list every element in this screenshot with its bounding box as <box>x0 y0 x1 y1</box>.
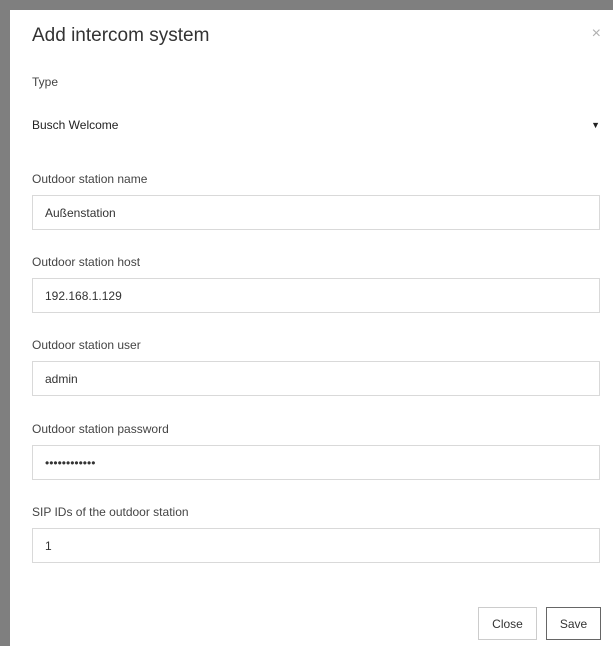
type-select-value: Busch Welcome <box>32 118 119 132</box>
close-icon[interactable]: × <box>592 24 601 44</box>
outdoor-station-password-label: Outdoor station password <box>32 422 169 436</box>
outdoor-station-host-label: Outdoor station host <box>32 255 141 269</box>
outdoor-station-user-label: Outdoor station user <box>32 338 141 352</box>
type-select[interactable]: Busch Welcome ▼ <box>32 114 600 136</box>
sip-ids-label: SIP IDs of the outdoor station <box>32 505 189 519</box>
outdoor-station-name-label: Outdoor station name <box>32 172 148 186</box>
outdoor-station-name-input[interactable] <box>32 195 600 230</box>
add-intercom-dialog: Add intercom system × Type Busch Welcome… <box>10 10 613 646</box>
outdoor-station-user-input[interactable] <box>32 361 600 396</box>
close-button[interactable]: Close <box>478 607 537 640</box>
type-label: Type <box>32 75 59 89</box>
outdoor-station-password-input[interactable] <box>32 445 600 480</box>
outdoor-station-host-input[interactable] <box>32 278 600 313</box>
save-button[interactable]: Save <box>546 607 601 640</box>
dialog-title: Add intercom system <box>32 25 210 46</box>
sip-ids-input[interactable] <box>32 528 600 563</box>
dropdown-arrow-icon: ▼ <box>591 120 600 130</box>
